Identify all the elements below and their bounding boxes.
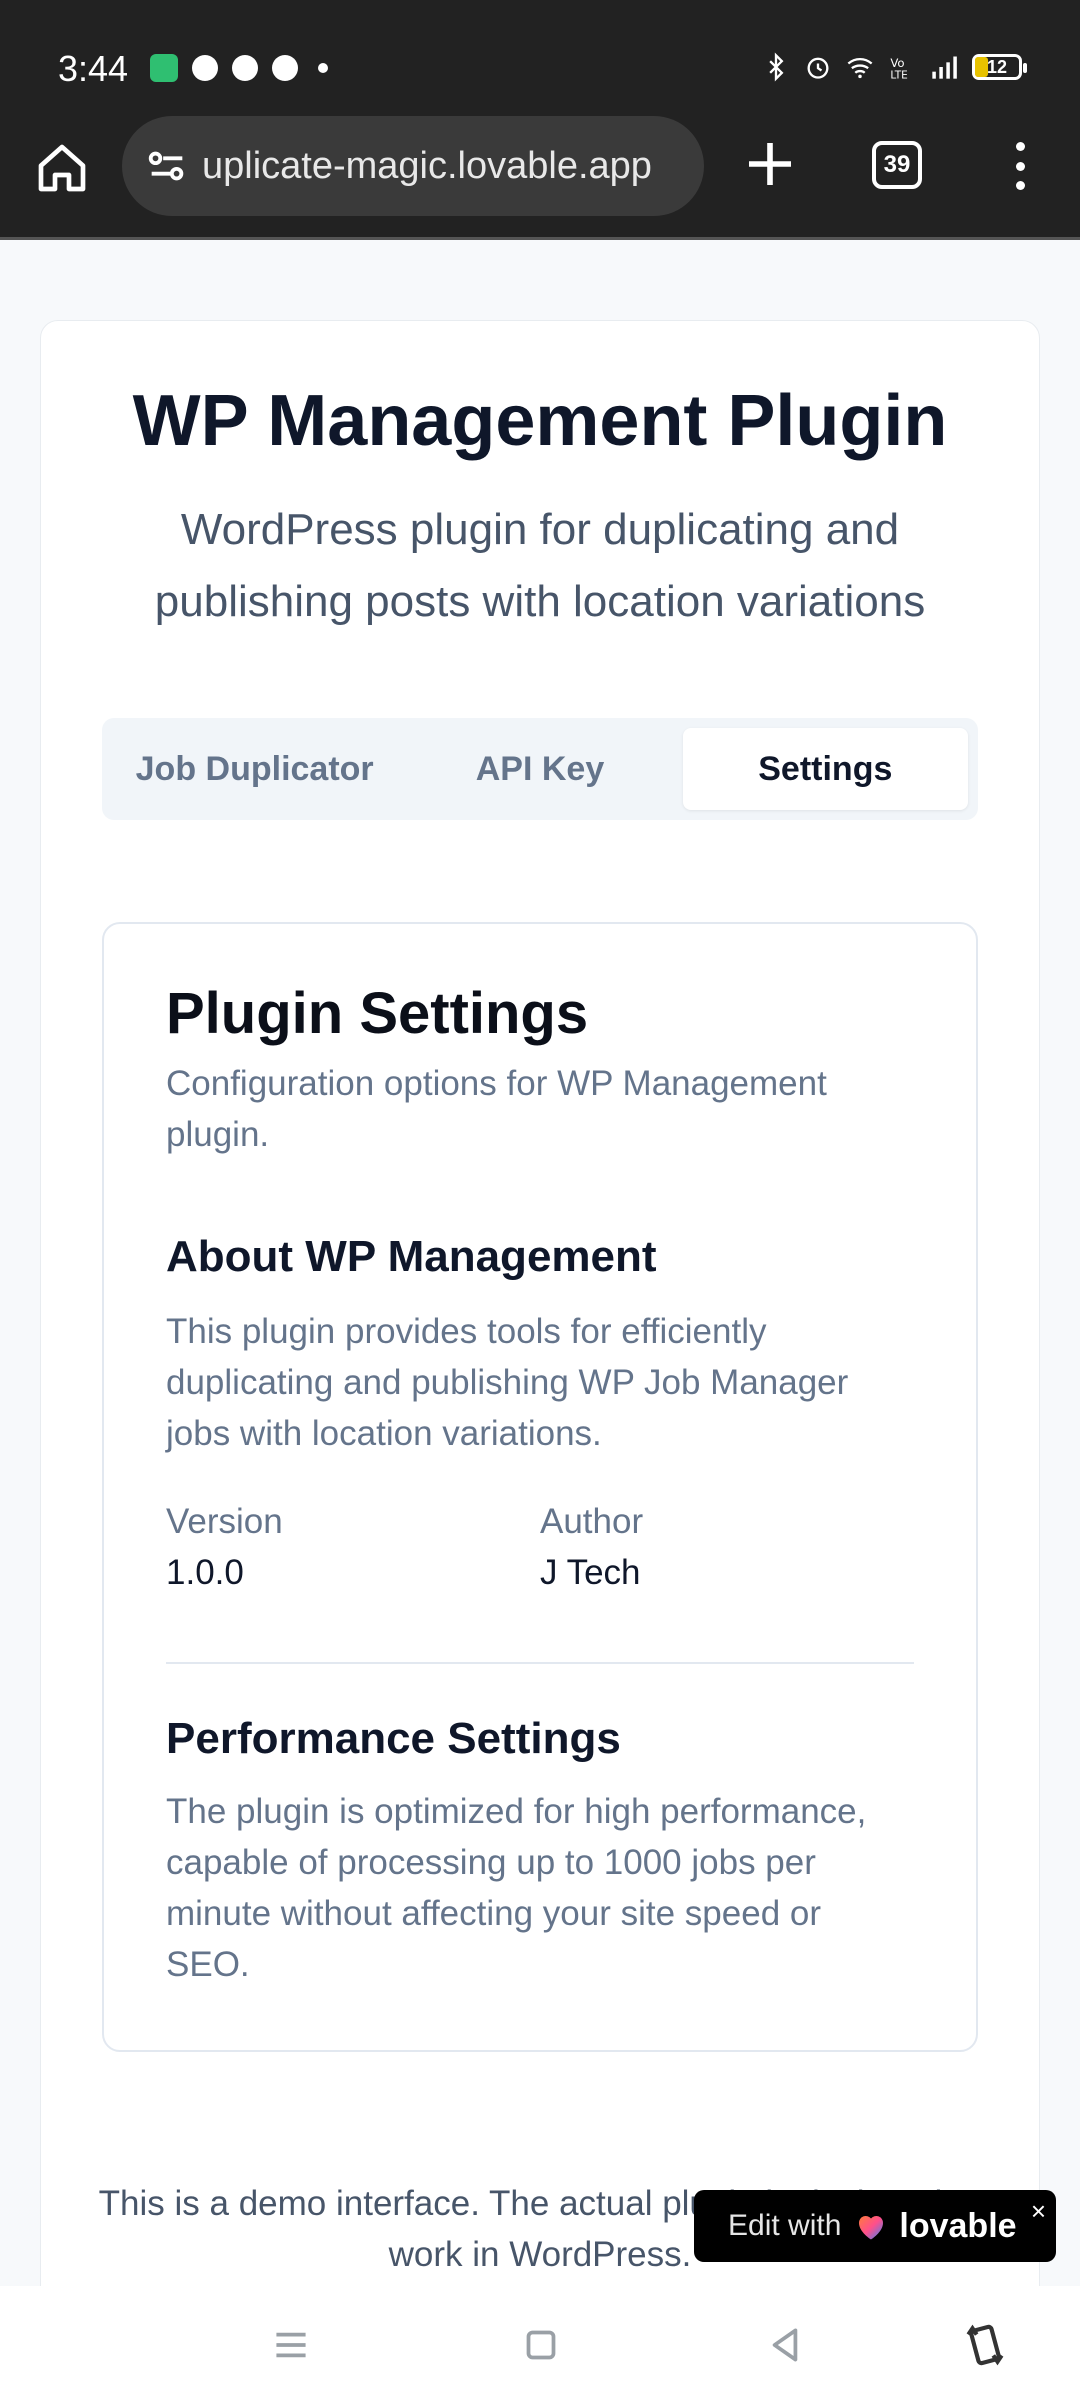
whatsapp-icon bbox=[232, 55, 258, 81]
performance-text: The plugin is optimized for high perform… bbox=[166, 1792, 867, 1984]
performance-heading: Performance Settings bbox=[166, 1714, 621, 1763]
settings-title: Plugin Settings bbox=[166, 981, 589, 1046]
address-bar[interactable]: uplicate-magic.lovable.app bbox=[122, 116, 704, 216]
dot-icon bbox=[318, 63, 328, 73]
recents-icon[interactable] bbox=[266, 2320, 316, 2370]
app-icon bbox=[150, 54, 178, 82]
home-icon[interactable] bbox=[34, 140, 90, 196]
signal-icon bbox=[932, 56, 957, 79]
new-tab-icon[interactable] bbox=[742, 136, 798, 192]
alarm-icon bbox=[807, 57, 829, 79]
badge-edit-label: Edit with bbox=[728, 2209, 842, 2242]
close-icon[interactable]: × bbox=[1031, 2196, 1046, 2227]
browser-toolbar: uplicate-magic.lovable.app 39 bbox=[0, 96, 1080, 240]
location-icon bbox=[272, 55, 298, 81]
more-menu-icon[interactable] bbox=[1000, 136, 1040, 196]
wifi-icon bbox=[847, 57, 873, 79]
version-value: 1.0.0 bbox=[166, 1553, 244, 1592]
notification-icons bbox=[150, 54, 328, 82]
version-label: Version bbox=[166, 1502, 283, 1541]
home-nav-icon[interactable] bbox=[516, 2320, 566, 2370]
system-nav-bar bbox=[0, 2286, 1080, 2400]
author-value: J Tech bbox=[540, 1553, 641, 1592]
edit-with-lovable-badge[interactable]: Edit with lovable × bbox=[694, 2190, 1056, 2262]
back-icon[interactable] bbox=[760, 2320, 810, 2370]
battery-icon: 12 bbox=[972, 54, 1027, 80]
heart-icon bbox=[859, 2215, 884, 2240]
volte-icon: VoLTE bbox=[890, 56, 907, 82]
svg-text:LTE: LTE bbox=[890, 70, 907, 82]
svg-text:Vo: Vo bbox=[890, 56, 904, 70]
site-settings-icon[interactable] bbox=[144, 143, 190, 189]
tab-api-key[interactable]: API Key bbox=[397, 728, 682, 810]
battery-level: 12 bbox=[986, 56, 1008, 77]
badge-brand: lovable bbox=[899, 2206, 1017, 2245]
tab-switcher-button[interactable]: 39 bbox=[872, 141, 922, 189]
divider bbox=[166, 1662, 914, 1664]
status-time: 3:44 bbox=[58, 48, 129, 89]
author-label: Author bbox=[540, 1502, 644, 1541]
tab-job-duplicator[interactable]: Job Duplicator bbox=[112, 728, 397, 810]
system-icons: Vo LTE 12 bbox=[762, 52, 1027, 82]
url-text: uplicate-magic.lovable.app bbox=[202, 144, 652, 187]
settings-description: Configuration options for WP Management … bbox=[166, 1064, 827, 1154]
bluetooth-icon bbox=[769, 52, 784, 82]
tab-settings[interactable]: Settings bbox=[682, 728, 968, 810]
tab-list: Job Duplicator API Key Settings bbox=[102, 718, 978, 820]
page-subtitle: WordPress plugin for duplicating and pub… bbox=[154, 505, 926, 626]
tab-count: 39 bbox=[883, 151, 911, 178]
page-title: WP Management Plugin bbox=[132, 381, 948, 461]
about-text: This plugin provides tools for efficient… bbox=[166, 1312, 849, 1453]
chat-icon bbox=[192, 55, 218, 81]
about-heading: About WP Management bbox=[166, 1232, 657, 1281]
rotate-icon[interactable] bbox=[960, 2320, 1010, 2370]
